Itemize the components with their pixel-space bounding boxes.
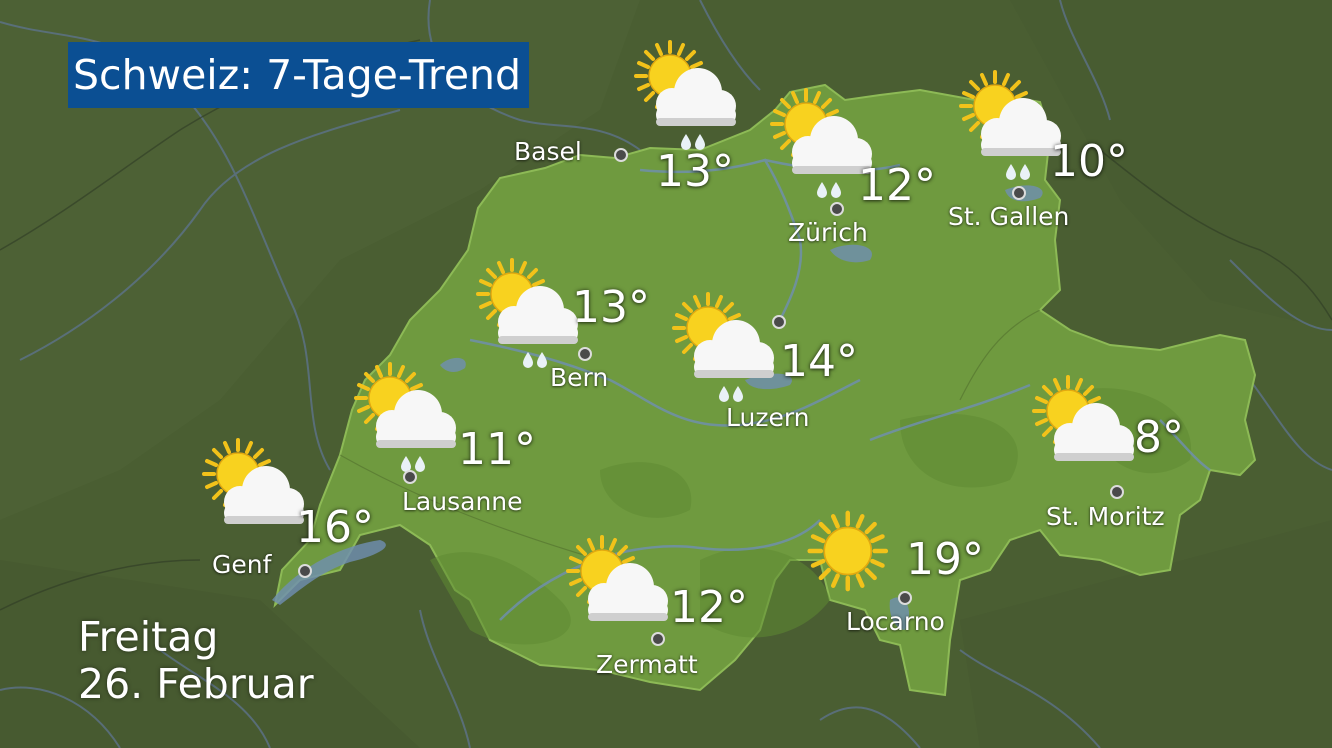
city-name-st-gallen: St. Gallen bbox=[948, 202, 1070, 231]
city-dot-basel[interactable] bbox=[614, 148, 628, 162]
city-name-lausanne: Lausanne bbox=[402, 487, 523, 516]
city-dot-zermatt[interactable] bbox=[651, 632, 665, 646]
forecast-date: Freitag 26. Februar bbox=[78, 614, 314, 708]
temperature-zermatt: 12° bbox=[670, 582, 748, 633]
city-name-luzern: Luzern bbox=[726, 403, 810, 432]
forecast-weekday: Freitag bbox=[78, 613, 219, 661]
city-dot-zuerich[interactable] bbox=[830, 202, 844, 216]
city-name-zermatt: Zermatt bbox=[596, 650, 698, 679]
city-name-basel: Basel bbox=[514, 137, 582, 166]
city-dot-st-gallen[interactable] bbox=[1012, 186, 1026, 200]
temperature-st-gallen: 10° bbox=[1050, 136, 1128, 187]
temperature-genf: 16° bbox=[296, 502, 374, 553]
weather-map: Schweiz: 7-Tage-Trend Basel 13° Zürich 1… bbox=[0, 0, 1332, 748]
city-name-bern: Bern bbox=[550, 363, 609, 392]
city-name-genf: Genf bbox=[212, 550, 272, 579]
city-dot-bern[interactable] bbox=[578, 347, 592, 361]
temperature-bern: 13° bbox=[572, 282, 650, 333]
temperature-basel: 13° bbox=[656, 146, 734, 197]
forecast-day-month: 26. Februar bbox=[78, 660, 314, 708]
temperature-lausanne: 11° bbox=[458, 424, 536, 475]
city-name-zuerich: Zürich bbox=[788, 218, 868, 247]
city-dot-luzern[interactable] bbox=[772, 315, 786, 329]
temperature-locarno: 19° bbox=[906, 534, 984, 585]
city-dot-genf[interactable] bbox=[298, 564, 312, 578]
city-name-st-moritz: St. Moritz bbox=[1046, 502, 1165, 531]
temperature-st-moritz: 8° bbox=[1134, 412, 1184, 463]
temperature-luzern: 14° bbox=[780, 336, 858, 387]
page-title: Schweiz: 7-Tage-Trend bbox=[68, 42, 530, 108]
city-dot-lausanne[interactable] bbox=[403, 470, 417, 484]
temperature-zuerich: 12° bbox=[858, 160, 936, 211]
city-name-locarno: Locarno bbox=[846, 607, 945, 636]
city-dot-locarno[interactable] bbox=[898, 591, 912, 605]
sun-icon bbox=[810, 513, 886, 589]
city-dot-st-moritz[interactable] bbox=[1110, 485, 1124, 499]
